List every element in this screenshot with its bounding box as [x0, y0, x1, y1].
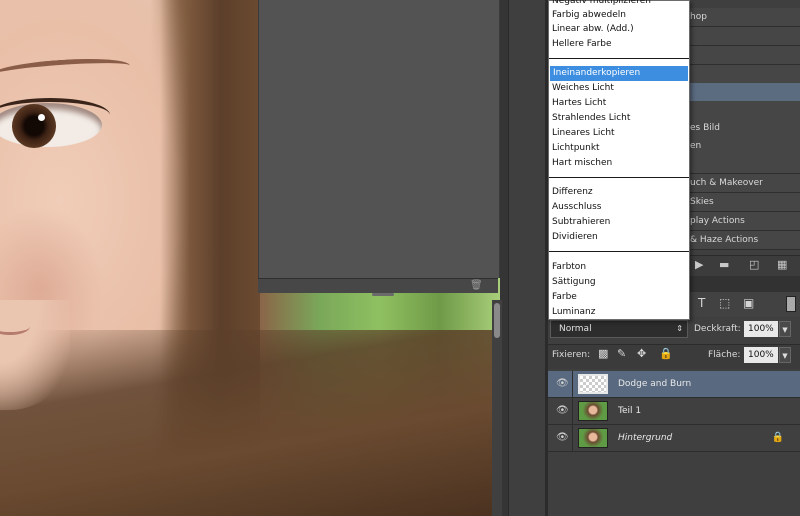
- menu-separator: [549, 58, 689, 59]
- blend-mode-option[interactable]: Sättigung: [549, 275, 689, 290]
- layer-row[interactable]: 👁 Teil 1: [548, 398, 800, 425]
- fill-dropdown-arrow[interactable]: ▼: [779, 347, 791, 363]
- action-row-label: en: [690, 141, 702, 151]
- action-row-label: play Actions: [690, 216, 745, 226]
- panel-resize-grip[interactable]: [372, 293, 394, 296]
- shape-filter-icon[interactable]: ⬚: [719, 296, 730, 310]
- smart-object-filter-icon[interactable]: ▣: [743, 296, 754, 310]
- action-row-label: hop: [690, 12, 707, 22]
- lock-move-icon[interactable]: ✥: [637, 347, 646, 360]
- action-row-label: es Bild: [690, 123, 720, 133]
- visibility-eye-icon[interactable]: 👁: [556, 405, 569, 417]
- lock-icon: 🔒: [771, 432, 784, 443]
- lock-transparent-icon[interactable]: ▩: [598, 347, 608, 360]
- opacity-dropdown-arrow[interactable]: ▼: [779, 321, 791, 337]
- layer-row[interactable]: 👁 Hintergrund 🔒: [548, 425, 800, 452]
- layer-name: Hintergrund: [618, 433, 673, 443]
- layer-thumbnail: [578, 428, 608, 448]
- blend-mode-select[interactable]: Normal ⇕: [550, 320, 688, 338]
- blend-mode-option[interactable]: Farbe: [549, 290, 689, 305]
- blend-mode-option[interactable]: Lineares Licht: [549, 126, 689, 141]
- menu-separator: [549, 177, 689, 178]
- layer-thumbnail: [578, 401, 608, 421]
- layer-thumbnail: [578, 374, 608, 394]
- blend-mode-option[interactable]: Differenz: [549, 185, 689, 200]
- layer-divider: [572, 425, 573, 451]
- action-row-label: & Haze Actions: [690, 235, 759, 245]
- blend-mode-option[interactable]: Hartes Licht: [549, 96, 689, 111]
- menu-separator: [549, 251, 689, 252]
- blend-mode-option[interactable]: Farbig abwedeln: [549, 8, 689, 23]
- blend-mode-option[interactable]: Strahlendes Licht: [549, 111, 689, 126]
- lock-brush-icon[interactable]: ✎: [617, 347, 626, 360]
- blend-mode-option[interactable]: Ausschluss: [549, 200, 689, 215]
- layer-name: Dodge and Burn: [618, 379, 692, 389]
- blend-mode-option[interactable]: Lichtpunkt: [549, 141, 689, 156]
- visibility-eye-icon[interactable]: 👁: [556, 378, 569, 390]
- floating-panel-footer: [258, 278, 498, 293]
- opacity-label: Deckkraft:: [694, 324, 741, 334]
- filter-toggle-switch[interactable]: [786, 296, 796, 312]
- trash-icon[interactable]: 🗑: [470, 280, 483, 291]
- fill-input[interactable]: 100%: [744, 347, 778, 363]
- blend-mode-option[interactable]: Linear abw. (Add.): [549, 22, 689, 37]
- layer-name: Teil 1: [618, 406, 642, 416]
- blend-mode-option[interactable]: Farbton: [549, 260, 689, 275]
- panel-divider: [508, 0, 549, 516]
- blend-mode-option[interactable]: Hellere Farbe: [549, 37, 689, 52]
- folder-icon[interactable]: ▬: [719, 258, 729, 271]
- blend-mode-option[interactable]: Ineinanderkopieren: [550, 66, 688, 81]
- lock-label: Fixieren:: [552, 350, 591, 360]
- visibility-eye-icon[interactable]: 👁: [556, 432, 569, 444]
- blend-mode-option[interactable]: Subtrahieren: [549, 215, 689, 230]
- blend-mode-option[interactable]: Luminanz: [549, 305, 689, 320]
- scrollbar-thumb[interactable]: [494, 303, 500, 338]
- layer-divider: [572, 371, 573, 397]
- photo-hair-bottom: [0, 330, 500, 516]
- new-item-icon[interactable]: ◰: [749, 258, 759, 271]
- empty-floating-panel: [258, 0, 500, 278]
- trash-icon[interactable]: ▦: [777, 258, 787, 271]
- action-row-label: Skies: [690, 197, 714, 207]
- layer-row[interactable]: 👁 Dodge and Burn: [548, 371, 800, 398]
- blend-mode-option[interactable]: Dividieren: [549, 230, 689, 245]
- fill-label: Fläche:: [708, 350, 741, 360]
- chevron-updown-icon: ⇕: [676, 324, 683, 333]
- action-row-label: uch & Makeover: [690, 178, 763, 188]
- blend-mode-option[interactable]: Weiches Licht: [549, 81, 689, 96]
- lock-icon[interactable]: 🔒: [659, 347, 673, 360]
- opacity-input[interactable]: 100%: [744, 321, 778, 337]
- blend-mode-value: Normal: [559, 324, 592, 334]
- play-icon[interactable]: ▶: [695, 258, 703, 271]
- blend-mode-option[interactable]: Hart mischen: [549, 156, 689, 171]
- type-filter-icon[interactable]: T: [698, 296, 705, 310]
- layer-divider: [572, 398, 573, 424]
